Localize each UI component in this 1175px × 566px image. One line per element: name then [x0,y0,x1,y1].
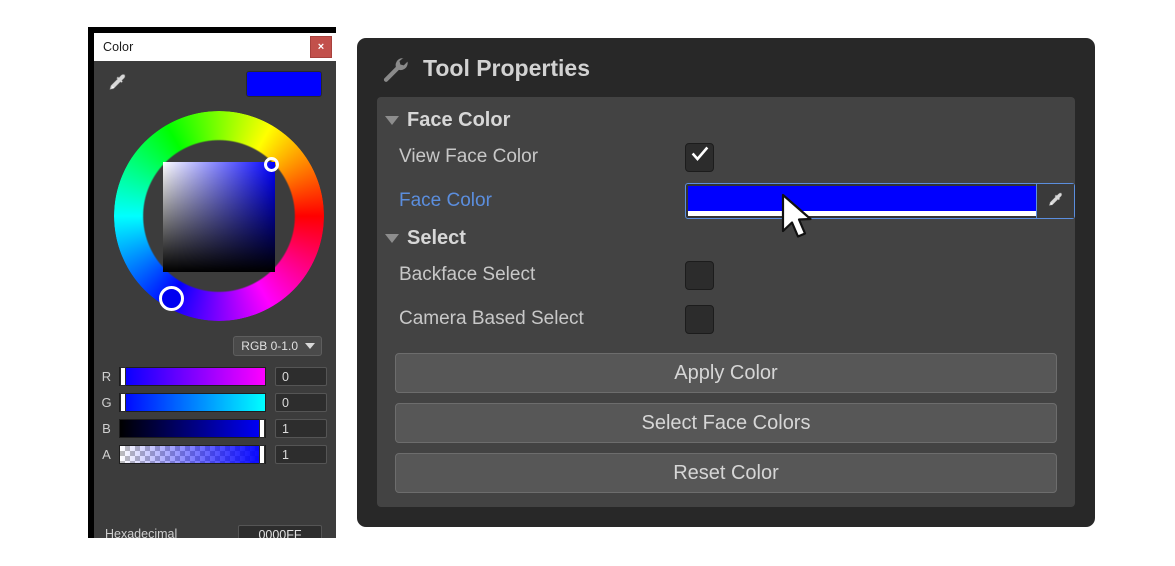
section-title-face-color: Face Color [407,108,511,131]
channel-label-g: G [101,394,112,410]
hexadecimal-input[interactable]: 0000FF [238,524,322,538]
color-picker-body: RGB 0-1.0 R 0 G 0 B 1 A 1 Hexadecimal 00… [94,61,336,538]
close-button[interactable]: × [310,36,332,58]
face-color-field[interactable] [685,183,1075,219]
eyedropper-icon [1048,192,1062,207]
label-view-face-color: View Face Color [399,146,539,167]
section-title-select: Select [407,226,466,249]
select-face-colors-button[interactable]: Select Face Colors [395,403,1057,443]
row-camera-based-select: Camera Based Select [377,297,1075,341]
eyedropper-button[interactable] [1036,184,1074,218]
channel-value-a[interactable]: 1 [275,444,327,464]
channel-label-a: A [102,446,111,462]
channel-label-b: B [102,420,111,436]
action-button-group: Apply Color Select Face Colors Reset Col… [377,353,1075,493]
reset-color-button[interactable]: Reset Color [395,453,1057,493]
hue-handle[interactable] [159,286,184,311]
hexadecimal-label: Hexadecimal [105,527,178,538]
hexadecimal-row: Hexadecimal 0000FF [94,523,336,538]
channel-value-g[interactable]: 0 [275,392,327,412]
slider-thumb-b[interactable] [259,418,265,438]
color-mode-row: RGB 0-1.0 [94,336,336,358]
channel-slider-g[interactable] [119,392,266,412]
saturation-value-handle[interactable] [264,157,279,172]
checkbox-view-face-color[interactable] [685,142,714,172]
chevron-down-icon [385,233,399,243]
chevron-down-icon [305,343,315,349]
wrench-icon [383,58,408,82]
channel-row-b: B 1 [94,417,336,439]
tool-properties-panel: Tool Properties Face Color View Face Col… [357,38,1095,527]
checkbox-backface-select[interactable] [685,260,714,290]
picker-toolbar [94,69,336,103]
row-face-color: Face Color [377,179,1075,223]
page-title: Tool Properties [423,54,590,81]
color-window-title: Color [103,40,134,54]
label-backface-select: Backface Select [399,264,536,285]
face-color-swatch[interactable] [688,186,1036,216]
channel-value-r[interactable]: 0 [275,366,327,386]
color-wheel[interactable] [106,109,324,331]
tool-properties-content: Face Color View Face Color Face Color Se… [377,97,1075,507]
tool-properties-header: Tool Properties [357,38,1095,98]
apply-color-button[interactable]: Apply Color [395,353,1057,393]
channel-row-r: R 0 [94,365,336,387]
channel-slider-r[interactable] [119,366,266,386]
color-mode-value: RGB 0-1.0 [241,339,298,353]
checkbox-camera-based-select[interactable] [685,304,714,334]
slider-thumb-g[interactable] [120,392,126,412]
color-mode-select[interactable]: RGB 0-1.0 [233,336,322,356]
channel-label-r: R [101,368,112,384]
label-face-color: Face Color [399,190,492,211]
current-color-preview[interactable] [246,71,322,97]
row-backface-select: Backface Select [377,253,1075,297]
label-camera-based-select: Camera Based Select [399,308,584,329]
eyedropper-icon[interactable] [106,72,130,96]
channel-row-g: G 0 [94,391,336,413]
color-picker-window: Color × RGB 0-1.0 R 0 G 0 B 1 A 1 Hexade… [88,27,336,538]
channel-row-a: A 1 [94,443,336,465]
channel-value-b[interactable]: 1 [275,418,327,438]
section-header-face-color[interactable]: Face Color [377,105,1075,135]
section-header-select[interactable]: Select [377,223,1075,253]
color-window-titlebar: Color × [94,33,336,61]
channel-slider-a[interactable] [119,444,266,464]
slider-thumb-a[interactable] [259,444,265,464]
chevron-down-icon [385,115,399,125]
saturation-value-square[interactable] [163,162,275,272]
check-icon [691,146,709,161]
row-view-face-color: View Face Color [377,135,1075,179]
channel-slider-b[interactable] [119,418,266,438]
slider-thumb-r[interactable] [120,366,126,386]
face-color-alpha-bar [688,211,1036,216]
